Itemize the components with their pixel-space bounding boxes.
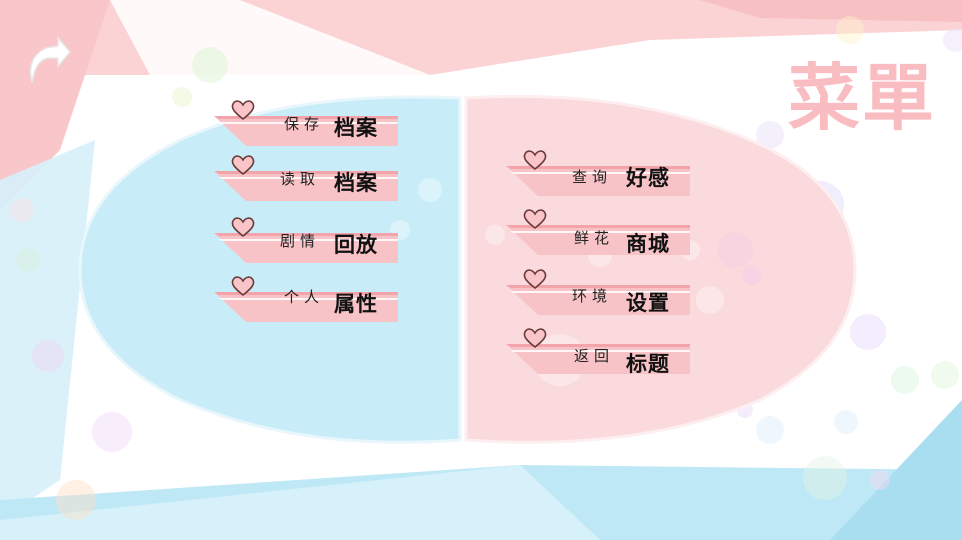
menu-item-big-label: 档案 xyxy=(334,170,378,195)
heart-icon xyxy=(231,100,255,121)
menu-item-story-replay[interactable]: 剧情 回放 xyxy=(214,215,400,263)
heart-icon xyxy=(523,269,547,290)
heart-icon xyxy=(523,150,547,171)
menu-item-small-label: 个人 xyxy=(284,288,325,306)
menu-item-big-label: 商城 xyxy=(626,231,670,256)
heart-icon xyxy=(231,155,255,176)
heart-icon xyxy=(231,217,255,238)
menu-item-big-label: 标题 xyxy=(626,351,670,376)
menu-item-save-file[interactable]: 保存 档案 xyxy=(214,98,400,146)
menu-item-big-label: 档案 xyxy=(334,115,378,140)
menu-item-load-file[interactable]: 读取 档案 xyxy=(214,153,400,201)
menu-title: 菜單 xyxy=(788,56,937,140)
menu-item-small-label: 返回 xyxy=(574,347,615,365)
heart-icon xyxy=(231,276,255,297)
menu-item-settings[interactable]: 环境 设置 xyxy=(506,267,692,315)
menu-item-small-label: 读取 xyxy=(280,170,321,188)
menu-item-big-label: 好感 xyxy=(626,165,670,190)
menu-item-small-label: 查询 xyxy=(572,168,613,186)
back-button[interactable] xyxy=(18,26,74,86)
menu-item-check-affection[interactable]: 查询 好感 xyxy=(506,148,692,196)
menu-item-small-label: 鲜花 xyxy=(574,229,615,247)
heart-icon xyxy=(523,328,547,349)
menu-item-return-to-title[interactable]: 返回 标题 xyxy=(506,326,692,376)
curved-back-arrow-icon xyxy=(29,35,71,83)
menu-item-big-label: 设置 xyxy=(626,290,670,315)
menu-item-big-label: 属性 xyxy=(334,291,378,316)
heart-icon xyxy=(523,209,547,230)
menu-item-small-label: 剧情 xyxy=(280,232,321,250)
menu-item-flower-shop[interactable]: 鲜花 商城 xyxy=(506,207,692,256)
menu-item-big-label: 回放 xyxy=(334,232,378,257)
menu-item-personal-attributes[interactable]: 个人 属性 xyxy=(214,274,400,322)
menu-item-small-label: 环境 xyxy=(572,287,613,305)
menu-item-small-label: 保存 xyxy=(284,115,325,133)
